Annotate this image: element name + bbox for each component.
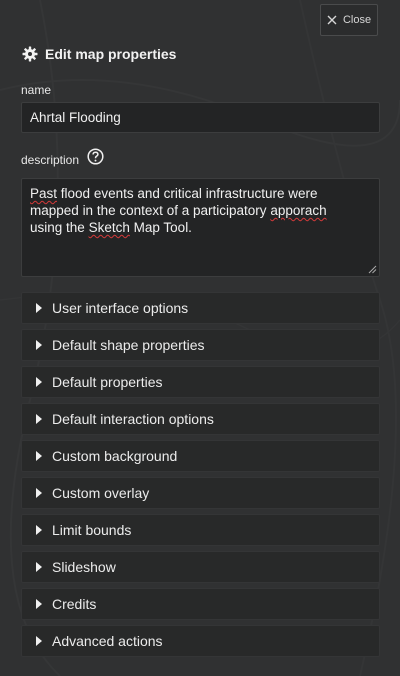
description-line: Past flood events and critical infrastru…: [30, 186, 318, 201]
page-title: Edit map properties: [45, 46, 177, 62]
section-advanced-actions[interactable]: Advanced actions: [21, 625, 380, 657]
close-icon: [327, 15, 337, 25]
caret-right-icon: [36, 340, 42, 350]
description-textarea[interactable]: Past flood events and critical infrastru…: [21, 178, 380, 277]
name-label: name: [21, 83, 52, 97]
section-label: Default properties: [52, 374, 163, 390]
section-label: Custom background: [52, 448, 178, 464]
section-label: Default interaction options: [52, 411, 214, 427]
section-default-interaction-options[interactable]: Default interaction options: [21, 403, 380, 435]
section-credits[interactable]: Credits: [21, 588, 380, 620]
caret-right-icon: [36, 451, 42, 461]
resize-handle-icon[interactable]: [368, 265, 377, 274]
section-default-shape-properties[interactable]: Default shape properties: [21, 329, 380, 361]
section-label: User interface options: [52, 300, 189, 316]
spellcheck-word: apporach: [270, 203, 327, 218]
caret-right-icon: [36, 303, 42, 313]
section-label: Advanced actions: [52, 633, 163, 649]
section-default-properties[interactable]: Default properties: [21, 366, 380, 398]
close-button[interactable]: Close: [320, 4, 378, 36]
section-label: Slideshow: [52, 559, 116, 575]
caret-right-icon: [36, 525, 42, 535]
panel-heading: Edit map properties: [22, 46, 176, 62]
section-label: Limit bounds: [52, 522, 132, 538]
description-label: description: [21, 153, 80, 167]
section-label: Default shape properties: [52, 337, 205, 353]
caret-right-icon: [36, 377, 42, 387]
spellcheck-word: Sketch: [88, 220, 130, 235]
caret-right-icon: [36, 414, 42, 424]
caret-right-icon: [36, 562, 42, 572]
description-line: mapped in the context of a participatory…: [30, 203, 327, 218]
description-text: Past flood events and critical infrastru…: [30, 185, 371, 236]
section-label: Credits: [52, 596, 97, 612]
section-slideshow[interactable]: Slideshow: [21, 551, 380, 583]
name-input[interactable]: [21, 102, 380, 133]
caret-right-icon: [36, 488, 42, 498]
section-custom-overlay[interactable]: Custom overlay: [21, 477, 380, 509]
description-line: using the Sketch Map Tool.: [30, 220, 192, 235]
caret-right-icon: [36, 636, 42, 646]
caret-right-icon: [36, 599, 42, 609]
section-user-interface-options[interactable]: User interface options: [21, 292, 380, 324]
close-button-label: Close: [342, 14, 372, 26]
section-limit-bounds[interactable]: Limit bounds: [21, 514, 380, 546]
spellcheck-word: Past: [30, 186, 58, 201]
gear-icon: [22, 46, 38, 62]
question-circle-icon[interactable]: [87, 148, 104, 165]
edit-map-properties-panel: Close Edit map properties name descripti…: [0, 0, 400, 676]
section-custom-background[interactable]: Custom background: [21, 440, 380, 472]
section-label: Custom overlay: [52, 485, 150, 501]
